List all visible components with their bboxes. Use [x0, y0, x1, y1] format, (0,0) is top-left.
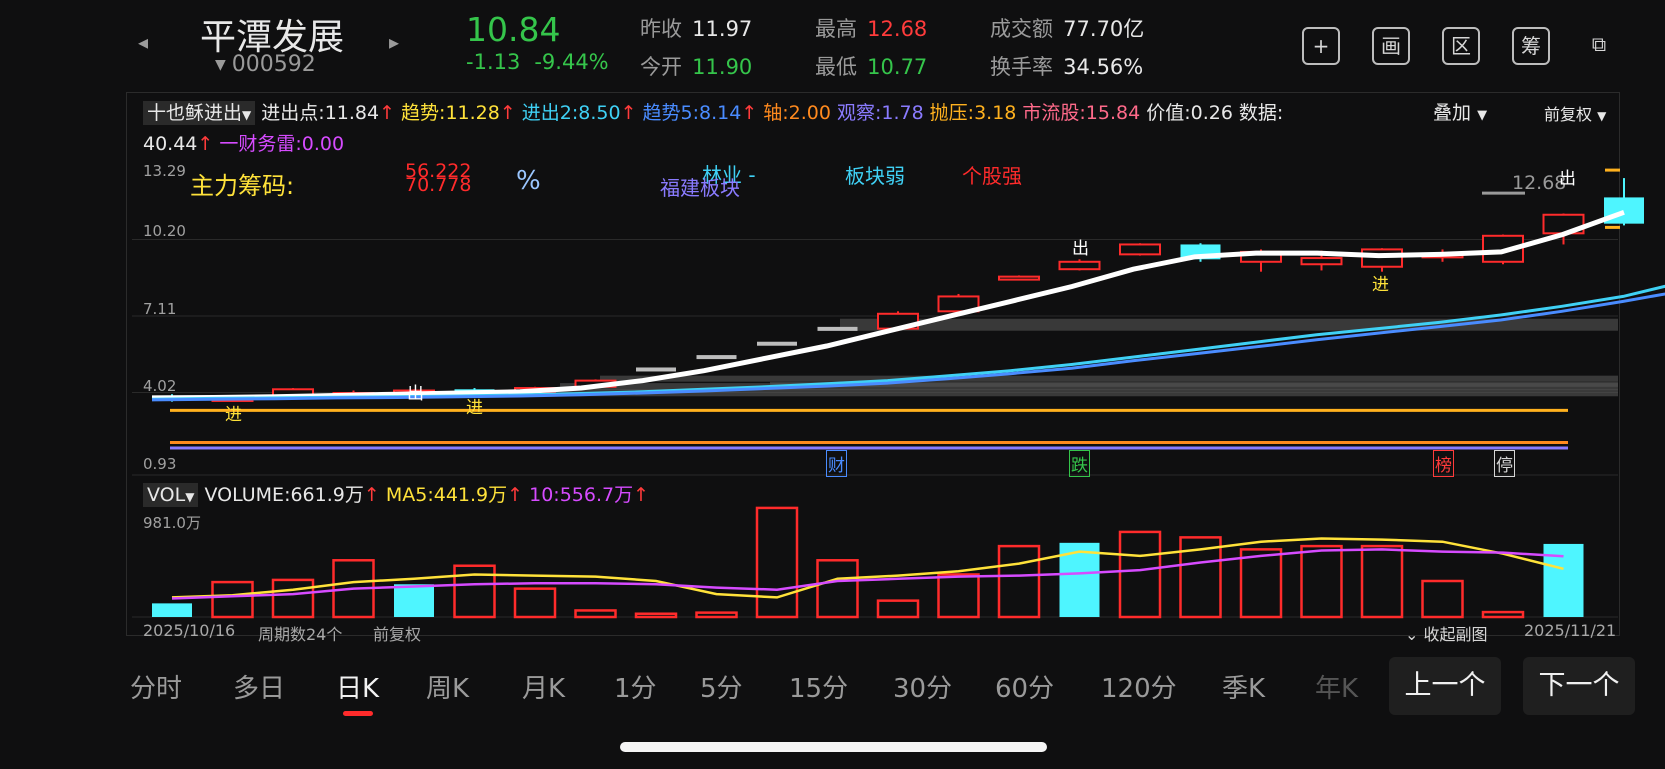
chip-value-2: 70.778	[405, 174, 472, 196]
candle	[998, 275, 1040, 281]
volume-bar	[1118, 530, 1162, 619]
tab-月K[interactable]: 月K	[522, 668, 565, 705]
y-tick-label: 4.02	[143, 377, 177, 395]
tab-年K[interactable]: 年K	[1315, 668, 1358, 705]
prev-button[interactable]: 上一个	[1389, 657, 1501, 715]
y-tick-label: 7.11	[143, 300, 177, 318]
volume-bar	[1421, 579, 1464, 619]
stock-strong-label: 个股强	[962, 164, 1022, 188]
volume-value: 661.9万	[290, 484, 364, 506]
home-indicator	[620, 742, 1047, 752]
tag-finance[interactable]: 财	[826, 450, 847, 477]
volume-bar	[755, 506, 799, 619]
tab-15分[interactable]: 15分	[789, 668, 848, 705]
y-tick-label: 0.93	[143, 455, 177, 473]
end-date: 2025/11/21	[1524, 621, 1617, 640]
volume-selector[interactable]: VOL▼	[143, 483, 199, 507]
volume-bar	[394, 584, 434, 617]
tag-list[interactable]: 榜	[1433, 450, 1454, 477]
candle	[757, 341, 797, 346]
candle	[636, 367, 676, 372]
tag-halt[interactable]: 停	[1494, 450, 1515, 477]
volume-bar	[1300, 544, 1343, 619]
volume-bar	[574, 609, 617, 619]
signal-out: 出	[407, 384, 424, 404]
main-chip-label: 主力筹码:	[190, 172, 295, 200]
signal-in: 进	[225, 405, 242, 425]
volume-bar	[1360, 544, 1404, 619]
candlestick-chart[interactable]	[0, 0, 1665, 769]
volume-bar	[1481, 610, 1525, 619]
candle	[1058, 260, 1101, 271]
active-tab-indicator	[343, 711, 373, 716]
tag-drop[interactable]: 跌	[1069, 450, 1090, 477]
y-tick-label: 13.29	[143, 162, 186, 180]
tab-1分[interactable]: 1分	[614, 668, 657, 705]
candle	[817, 326, 858, 331]
period-count: 周期数24个	[258, 625, 343, 644]
candle	[1361, 248, 1403, 268]
start-date: 2025/10/16	[143, 621, 236, 640]
tab-30分[interactable]: 30分	[893, 668, 952, 705]
volume-bar	[997, 544, 1041, 619]
collapse-subchart-button[interactable]: ⌄ 收起副图	[1405, 621, 1488, 645]
volume-bar	[816, 559, 859, 619]
signal-out: 出	[1559, 169, 1576, 189]
tab-5分[interactable]: 5分	[700, 668, 743, 705]
volume-max-label: 981.0万	[143, 514, 201, 532]
volume-indicator-bar: VOL▼ VOLUME:661.9万↑ MA5:441.9万↑ 10:556.7…	[143, 480, 649, 507]
candle	[1119, 243, 1161, 256]
volume-bar	[695, 611, 738, 619]
chevron-down-icon: ▼	[185, 490, 195, 504]
tab-周K[interactable]: 周K	[426, 668, 469, 705]
volume-bar	[271, 578, 315, 619]
footer-adjust: 前复权	[373, 625, 422, 644]
volume-bar	[876, 599, 920, 619]
tab-分时[interactable]: 分时	[130, 668, 182, 705]
volume-bar	[513, 587, 557, 619]
candle	[696, 355, 737, 360]
tab-60分[interactable]: 60分	[995, 668, 1054, 705]
y-tick-label: 10.20	[143, 222, 186, 240]
tab-日K[interactable]: 日K	[336, 668, 379, 705]
signal-out: 出	[1072, 239, 1089, 259]
volume-ma5-value: 441.9万	[433, 484, 508, 506]
signal-in: 进	[466, 398, 483, 418]
pressure-bar	[600, 375, 1618, 382]
volume-ma10-value: 556.7万	[559, 484, 634, 506]
percent-sign: %	[516, 166, 541, 196]
series-line-进出点	[151, 209, 1625, 401]
tab-120分[interactable]: 120分	[1101, 668, 1177, 705]
sector-label: 福建板块	[660, 176, 740, 200]
volume-bar	[937, 573, 980, 619]
tab-多日[interactable]: 多日	[233, 668, 285, 705]
next-button[interactable]: 下一个	[1523, 657, 1635, 715]
candle	[1300, 257, 1343, 266]
tab-季K[interactable]: 季K	[1222, 668, 1265, 705]
volume-bar	[634, 612, 678, 619]
volume-bar	[152, 603, 192, 617]
volume-bar	[211, 580, 254, 619]
volume-ma10-line	[171, 548, 1564, 600]
sector-weak-label: 板块弱	[845, 164, 905, 188]
volume-bar	[1239, 548, 1283, 619]
signal-in: 进	[1372, 275, 1389, 295]
chevron-down-icon: ⌄	[1405, 625, 1419, 644]
